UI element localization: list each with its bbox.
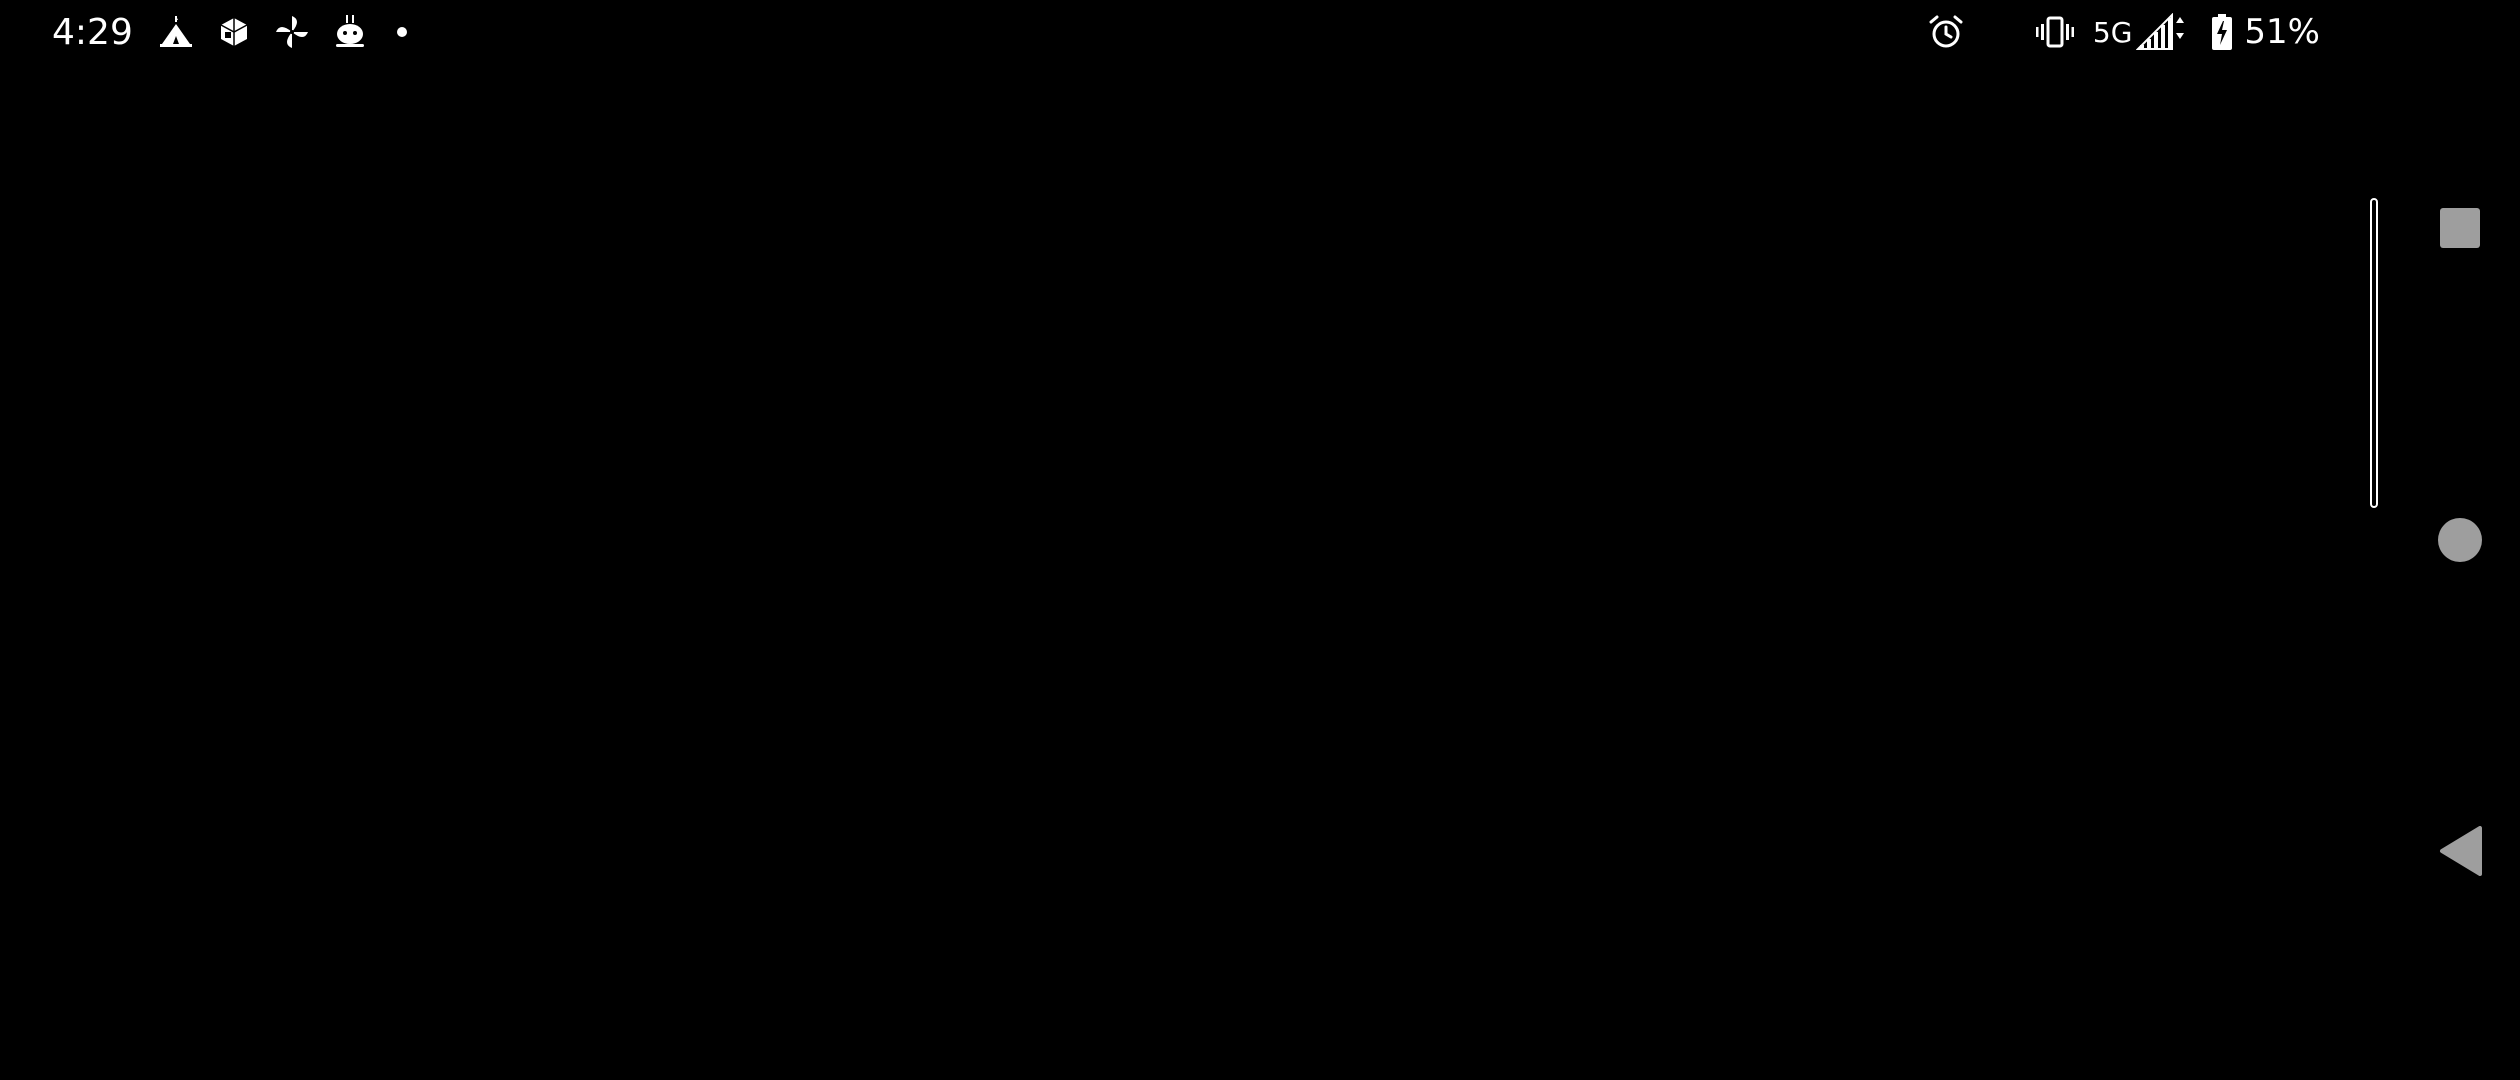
vibrate-icon (2035, 15, 2075, 49)
clock: 4:29 (52, 11, 133, 53)
square-icon (2440, 208, 2480, 248)
navigation-bar (2400, 0, 2520, 1080)
robot-icon (330, 12, 370, 52)
tent-icon (156, 12, 196, 52)
status-left: 4:29 (52, 0, 407, 64)
status-right: 5G 51% (1927, 0, 2320, 64)
signal-icon (2136, 13, 2188, 51)
battery-charging-icon (2210, 13, 2234, 51)
battery-percent: 51% (2244, 12, 2320, 52)
scroll-indicator[interactable] (2370, 198, 2378, 508)
network-type: 5G (2092, 15, 2133, 49)
back-button[interactable] (2424, 815, 2496, 887)
cube-icon (214, 12, 254, 52)
recent-apps-button[interactable] (2424, 192, 2496, 264)
pinwheel-icon (272, 12, 312, 52)
status-bar: 4:29 5G 51% (0, 0, 2520, 64)
screen: 4:29 5G 51% (0, 0, 2520, 1080)
home-button[interactable] (2424, 504, 2496, 576)
more-notifications-dot (396, 27, 407, 37)
back-triangle-icon (2440, 826, 2482, 876)
circle-icon (2438, 518, 2482, 562)
alarm-icon (1927, 13, 1965, 51)
